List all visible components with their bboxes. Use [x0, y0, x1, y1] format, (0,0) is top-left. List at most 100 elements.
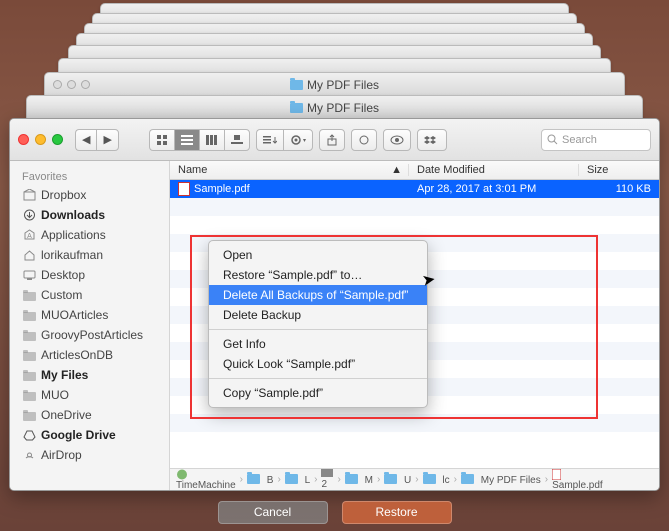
air-icon [22, 449, 36, 461]
quicklook-button[interactable] [383, 129, 411, 151]
sidebar-item[interactable]: My Files [10, 365, 169, 385]
zoom-icon[interactable] [52, 134, 63, 145]
folder-icon [22, 349, 36, 361]
context-menu-item[interactable]: Get Info [209, 334, 427, 354]
path-segment[interactable]: My PDF Files [461, 474, 541, 486]
sidebar: Favorites DropboxDownloadsAApplicationsl… [10, 161, 170, 490]
column-date[interactable]: Date Modified [409, 164, 579, 176]
sidebar-item-label: MUOArticles [41, 308, 108, 322]
minimize-icon[interactable] [35, 134, 46, 145]
list-view-button[interactable] [174, 129, 199, 151]
context-menu-item[interactable]: Delete All Backups of “Sample.pdf” [209, 285, 427, 305]
column-view-button[interactable] [199, 129, 224, 151]
path-segment[interactable]: Sample.pdf [552, 469, 603, 491]
file-list-pane: Name▲ Date Modified Size Sample.pdf Apr … [170, 161, 659, 490]
path-bar[interactable]: TimeMachine› B› L› 2› M› U› lc› My PDF F… [170, 468, 659, 490]
pdf-icon [178, 182, 190, 196]
sidebar-item[interactable]: lorikaufman [10, 245, 169, 265]
sidebar-item[interactable]: Dropbox [10, 185, 169, 205]
search-icon [547, 134, 558, 145]
list-icon [181, 134, 193, 146]
share-icon [326, 134, 338, 146]
view-switcher[interactable] [149, 129, 250, 151]
svg-text:A: A [27, 233, 32, 240]
share-button[interactable] [319, 129, 345, 151]
finder-window: ◀ ▶ [9, 118, 660, 491]
stacked-window-title-back: My PDF Files [44, 72, 625, 97]
sidebar-item-label: Desktop [41, 268, 85, 282]
nav-buttons[interactable]: ◀ ▶ [75, 129, 119, 151]
action-button[interactable] [283, 129, 313, 151]
file-row-selected[interactable]: Sample.pdf Apr 28, 2017 at 3:01 PM 110 K… [170, 180, 659, 198]
path-separator-icon: › [454, 474, 457, 485]
path-segment[interactable]: L [285, 474, 310, 486]
folder-icon [22, 309, 36, 321]
window-controls[interactable] [18, 134, 63, 145]
back-button[interactable]: ◀ [75, 129, 96, 151]
sidebar-item[interactable]: Desktop [10, 265, 169, 285]
sidebar-item-label: Applications [41, 228, 106, 242]
dropbox-icon [424, 134, 440, 146]
sidebar-item-label: Dropbox [41, 188, 86, 202]
restore-button[interactable]: Restore [342, 501, 452, 524]
dropbox-button[interactable] [417, 129, 447, 151]
folder-icon [290, 80, 303, 90]
path-segment[interactable]: 2 [321, 469, 333, 490]
sidebar-item-label: Google Drive [41, 428, 116, 442]
sidebar-item[interactable]: ArticlesOnDB [10, 345, 169, 365]
coverflow-view-button[interactable] [224, 129, 250, 151]
toolbar: ◀ ▶ [10, 119, 659, 161]
sidebar-item[interactable]: MUO [10, 385, 169, 405]
sidebar-item-label: GroovyPostArticles [41, 328, 143, 342]
path-separator-icon: › [337, 474, 340, 485]
sidebar-item[interactable]: Google Drive [10, 425, 169, 445]
sidebar-item[interactable]: AirDrop [10, 445, 169, 465]
tags-button[interactable] [351, 129, 377, 151]
icon-view-button[interactable] [149, 129, 174, 151]
folder-icon [22, 389, 36, 401]
path-segment[interactable]: U [384, 474, 411, 486]
sidebar-item[interactable]: OneDrive [10, 405, 169, 425]
search-input[interactable]: Search [541, 129, 651, 151]
sidebar-item[interactable]: Custom [10, 285, 169, 305]
sidebar-item-label: MUO [41, 388, 69, 402]
sidebar-item-label: AirDrop [41, 448, 82, 462]
context-menu-item[interactable]: Delete Backup [209, 305, 427, 325]
sidebar-item[interactable]: MUOArticles [10, 305, 169, 325]
context-menu-item[interactable]: Restore “Sample.pdf” to… [209, 265, 427, 285]
box-icon [22, 189, 36, 201]
path-segment[interactable]: M [345, 474, 373, 486]
time-machine-footer: Cancel Restore [0, 493, 669, 531]
path-separator-icon: › [240, 474, 243, 485]
menu-separator [209, 378, 427, 379]
sidebar-item-label: My Files [41, 368, 88, 382]
sidebar-item-label: OneDrive [41, 408, 92, 422]
path-segment[interactable]: lc [423, 474, 450, 486]
eye-icon [390, 134, 404, 146]
arrange-button[interactable] [256, 129, 283, 151]
sidebar-item[interactable]: Downloads [10, 205, 169, 225]
menu-separator [209, 329, 427, 330]
sort-indicator-icon: ▲ [391, 164, 402, 176]
desk-icon [22, 269, 36, 281]
cancel-button[interactable]: Cancel [218, 501, 328, 524]
column-name[interactable]: Name▲ [170, 164, 409, 176]
folder-icon [22, 409, 36, 421]
columns-icon [206, 134, 218, 146]
sidebar-item[interactable]: A Applications [10, 225, 169, 245]
sidebar-item-label: lorikaufman [41, 248, 103, 262]
path-segment[interactable]: B [247, 474, 273, 486]
context-menu-item[interactable]: Quick Look “Sample.pdf” [209, 354, 427, 374]
sidebar-item-label: Downloads [41, 208, 105, 222]
folder-icon [22, 329, 36, 341]
path-segment[interactable]: TimeMachine [176, 469, 236, 491]
context-menu-item[interactable]: Copy “Sample.pdf” [209, 383, 427, 403]
context-menu-item[interactable]: Open [209, 245, 427, 265]
column-headers[interactable]: Name▲ Date Modified Size [170, 161, 659, 180]
grid-icon [156, 134, 168, 146]
context-menu[interactable]: OpenRestore “Sample.pdf” to…Delete All B… [208, 240, 428, 408]
close-icon[interactable] [18, 134, 29, 145]
forward-button[interactable]: ▶ [96, 129, 118, 151]
column-size[interactable]: Size [579, 164, 659, 176]
sidebar-item[interactable]: GroovyPostArticles [10, 325, 169, 345]
